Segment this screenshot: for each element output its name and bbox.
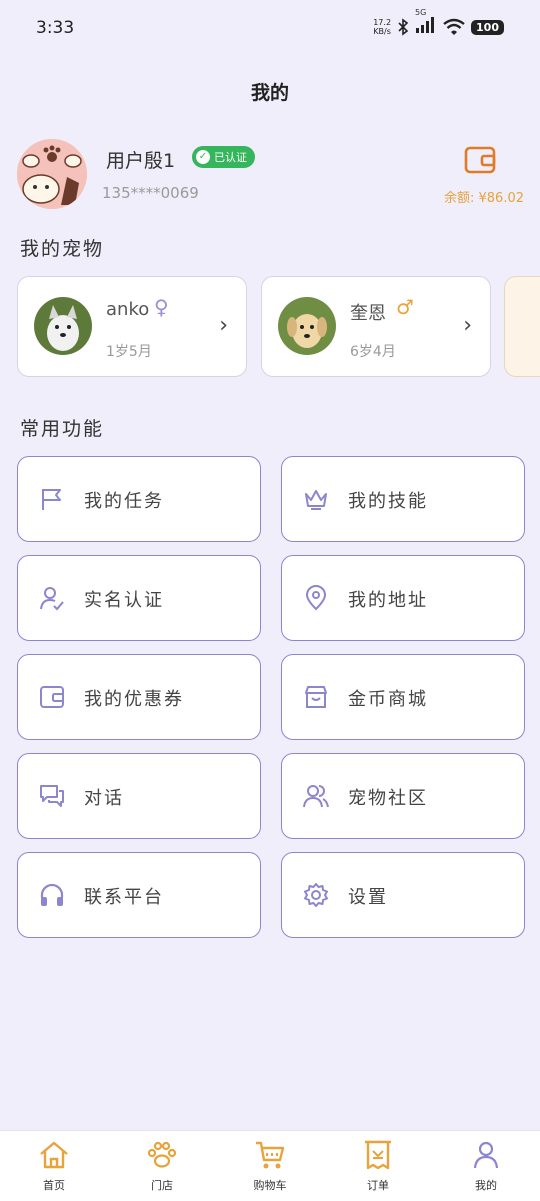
home-icon (40, 1141, 68, 1169)
avatar[interactable] (17, 139, 87, 209)
pet-card-anko[interactable]: anko ♀ 1岁5月 › (17, 276, 247, 377)
flag-icon (42, 489, 61, 510)
dog-photo-icon (34, 297, 92, 355)
wifi-icon (443, 18, 465, 35)
tab-home[interactable]: 首页 (0, 1131, 108, 1201)
pet-community-button[interactable]: 宠物社区 (281, 753, 525, 839)
headphones-icon (40, 883, 64, 906)
status-indicators: 17.2 KB/s 5G 100 (373, 8, 504, 38)
my-skills-label: 我的技能 (348, 491, 428, 512)
username: 用户殷1 (106, 150, 176, 172)
tab-store-label: 门店 (151, 1179, 173, 1192)
female-icon: ♀ (154, 295, 169, 319)
net-speed: 17.2 KB/s (373, 18, 392, 36)
store-icon (305, 686, 327, 708)
settings-button[interactable]: 设置 (281, 852, 525, 938)
status-time: 3:33 (36, 18, 75, 38)
pet-name: anko (106, 299, 150, 320)
tab-store[interactable]: 门店 (108, 1131, 216, 1201)
pet-age: 6岁4月 (350, 344, 396, 360)
cell-signal: 5G (415, 8, 437, 38)
pet-card-next[interactable] (504, 276, 540, 377)
my-coupons-label: 我的优惠券 (84, 689, 184, 710)
avatar-illustration-icon (17, 139, 87, 209)
my-coupons-button[interactable]: 我的优惠券 (17, 654, 261, 740)
battery-indicator: 100 (471, 19, 504, 35)
coupon-wallet-icon (40, 686, 64, 708)
my-address-button[interactable]: 我的地址 (281, 555, 525, 641)
cart-icon (256, 1141, 285, 1169)
status-bar: 3:33 17.2 KB/s 5G 100 (0, 0, 540, 58)
crown-icon (305, 490, 327, 510)
my-skills-button[interactable]: 我的技能 (281, 456, 525, 542)
contact-platform-button[interactable]: 联系平台 (17, 852, 261, 938)
gear-icon (304, 883, 328, 907)
tab-cart-label: 购物车 (253, 1179, 287, 1192)
phone-number: 135****0069 (102, 184, 199, 202)
verified-badge: ✓ 已认证 (192, 146, 255, 168)
bottom-tab-bar: 首页 门店 购物车 订单 我的 (0, 1130, 540, 1201)
my-address-label: 我的地址 (348, 590, 428, 611)
tab-mine-label: 我的 (475, 1179, 497, 1192)
signal-icon (416, 17, 435, 33)
order-icon (365, 1140, 391, 1170)
profile-icon (473, 1141, 499, 1169)
pet-card-kuien[interactable]: 奎恩 ♂ 6岁4月 › (261, 276, 491, 377)
contact-platform-label: 联系平台 (84, 887, 164, 908)
settings-label: 设置 (348, 887, 388, 908)
page-title: 我的 (250, 82, 289, 104)
user-check-icon (40, 587, 64, 611)
pet-photo (278, 297, 336, 355)
dog-photo-icon (278, 297, 336, 355)
tab-cart[interactable]: 购物车 (216, 1131, 324, 1201)
users-icon (303, 785, 329, 808)
chat-button[interactable]: 对话 (17, 753, 261, 839)
wallet-icon[interactable] (462, 142, 498, 178)
chevron-right-icon: › (463, 313, 472, 338)
tab-orders[interactable]: 订单 (324, 1131, 432, 1201)
bluetooth-icon (398, 18, 409, 36)
pet-community-label: 宠物社区 (348, 788, 428, 809)
pet-age: 1岁5月 (106, 344, 152, 360)
pet-photo (34, 297, 92, 355)
chevron-right-icon: › (219, 313, 228, 338)
my-tasks-label: 我的任务 (84, 491, 164, 512)
my-pets-title: 我的宠物 (20, 238, 105, 260)
balance-amount[interactable]: 余额: ¥86.02 (444, 187, 524, 206)
male-icon: ♂ (396, 295, 414, 319)
tab-home-label: 首页 (43, 1179, 65, 1192)
common-functions-title: 常用功能 (20, 418, 105, 440)
coin-mall-label: 金币商城 (348, 689, 428, 710)
real-name-verification-button[interactable]: 实名认证 (17, 555, 261, 641)
my-tasks-button[interactable]: 我的任务 (17, 456, 261, 542)
check-icon: ✓ (196, 150, 210, 164)
chat-icon (40, 785, 64, 807)
chat-label: 对话 (84, 788, 124, 809)
pet-name: 奎恩 (350, 303, 386, 324)
coin-mall-button[interactable]: 金币商城 (281, 654, 525, 740)
tab-mine[interactable]: 我的 (432, 1131, 540, 1201)
real-name-verification-label: 实名认证 (84, 590, 164, 611)
location-pin-icon (305, 585, 327, 611)
tab-orders-label: 订单 (367, 1179, 389, 1192)
paw-icon (147, 1141, 177, 1168)
